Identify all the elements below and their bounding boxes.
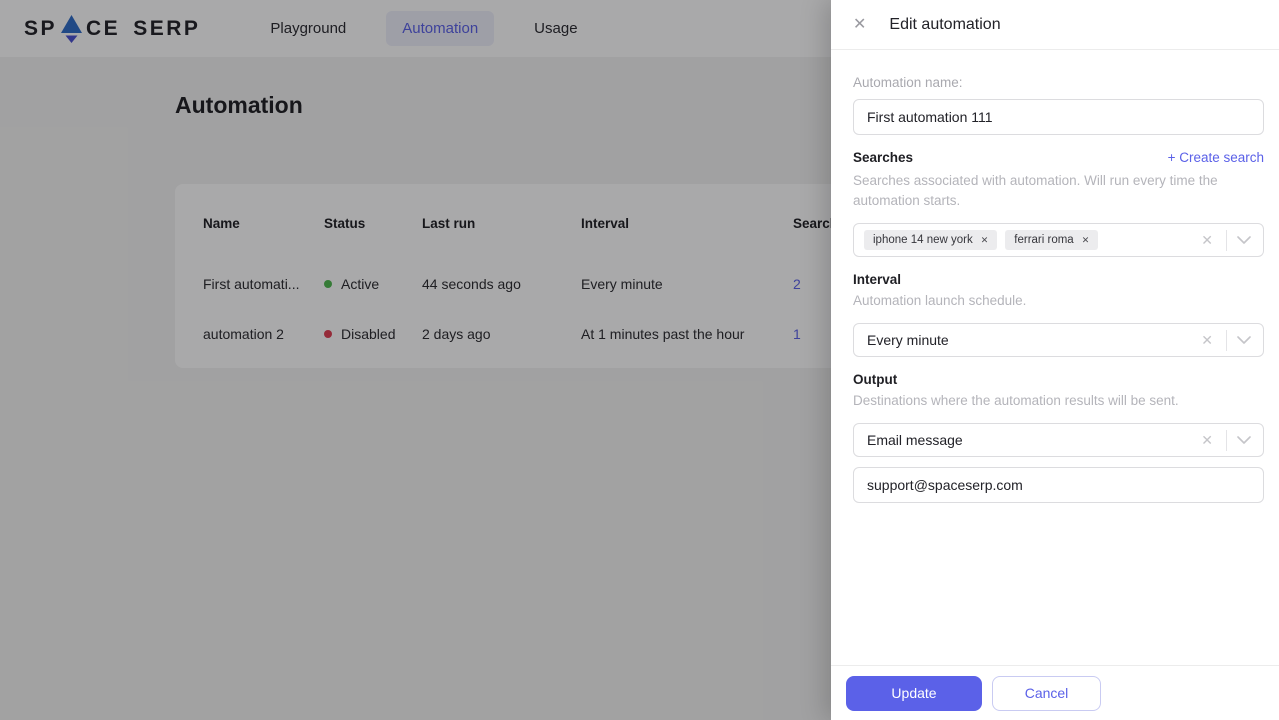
chevron-down-icon[interactable] (1237, 436, 1253, 444)
clear-selection-icon[interactable]: ✕ (1198, 232, 1216, 249)
drawer-title: Edit automation (889, 15, 1001, 33)
app-window: SP CE SERP Playground Automation Usage A… (0, 0, 1279, 720)
select-divider (1226, 229, 1227, 251)
chevron-down-icon[interactable] (1237, 236, 1253, 244)
output-email-input[interactable] (853, 467, 1264, 503)
interval-select[interactable]: Every minute ✕ (853, 323, 1264, 357)
search-tag: iphone 14 new york ✕ (864, 230, 998, 250)
output-selected-value: Email message (867, 432, 963, 448)
interval-section-header: Interval (853, 272, 1264, 287)
searches-label: Searches (853, 150, 914, 165)
searches-help-text: Searches associated with automation. Wil… (853, 173, 1218, 208)
tag-remove-icon[interactable]: ✕ (981, 235, 989, 246)
cancel-button[interactable]: Cancel (992, 675, 1101, 711)
interval-label: Interval (853, 272, 902, 287)
search-tag-label: iphone 14 new york (873, 234, 973, 246)
searches-section-header: Searches + Create search (853, 150, 1264, 165)
drawer-header: ✕ Edit automation (831, 0, 1279, 50)
close-icon[interactable]: ✕ (853, 16, 866, 33)
tag-remove-icon[interactable]: ✕ (1082, 235, 1090, 246)
output-select[interactable]: Email message ✕ (853, 423, 1264, 457)
output-section-header: Output (853, 372, 1264, 387)
update-button[interactable]: Update (846, 675, 982, 711)
selected-search-tags: iphone 14 new york ✕ ferrari roma ✕ (864, 230, 1099, 250)
drawer-body: Automation name: Searches + Create searc… (831, 50, 1279, 665)
output-help-text: Destinations where the automation result… (853, 393, 1179, 408)
create-search-link[interactable]: + Create search (1168, 150, 1264, 165)
output-label: Output (853, 372, 898, 387)
chevron-down-icon[interactable] (1237, 336, 1253, 344)
clear-selection-icon[interactable]: ✕ (1198, 332, 1216, 349)
interval-selected-value: Every minute (867, 332, 949, 348)
automation-name-label: Automation name: (853, 75, 963, 90)
automation-name-input[interactable] (853, 99, 1264, 135)
drawer-footer: Update Cancel (831, 665, 1279, 720)
clear-selection-icon[interactable]: ✕ (1198, 432, 1216, 449)
select-divider (1226, 329, 1227, 351)
search-tag-label: ferrari roma (1014, 234, 1074, 246)
searches-multiselect[interactable]: iphone 14 new york ✕ ferrari roma ✕ ✕ (853, 223, 1264, 257)
interval-help-text: Automation launch schedule. (853, 293, 1027, 308)
select-divider (1226, 429, 1227, 451)
edit-automation-drawer: ✕ Edit automation Automation name: Searc… (831, 0, 1279, 720)
search-tag: ferrari roma ✕ (1005, 230, 1099, 250)
